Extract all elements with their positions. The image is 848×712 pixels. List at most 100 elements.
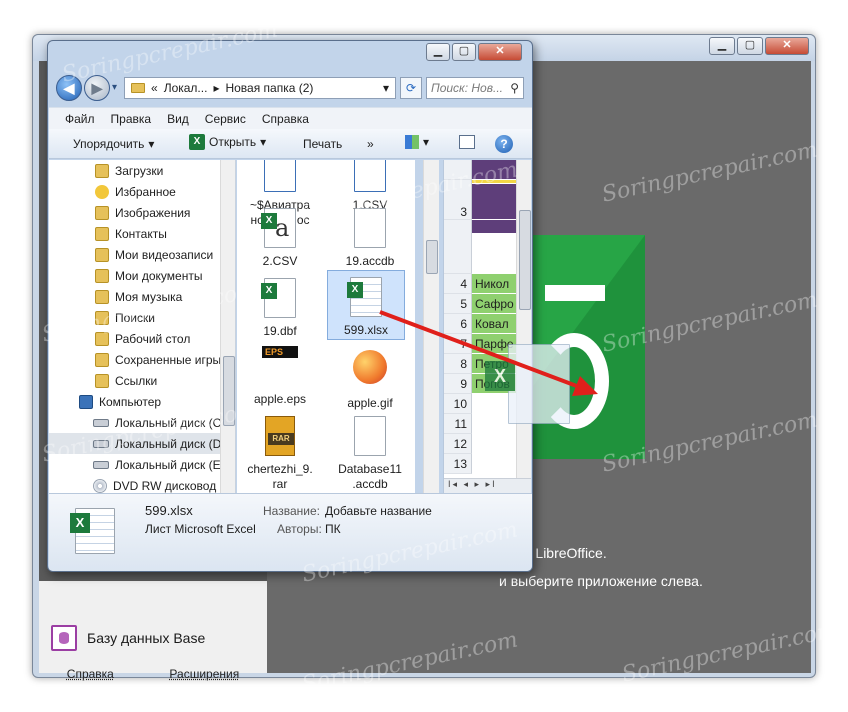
file-item-2-csv[interactable]: Xa 2.CSV [241,208,319,269]
more-commands-button[interactable]: » [367,137,374,151]
create-base-database-button[interactable]: Базу данных Base [51,625,205,651]
details-title-label: Название: [263,504,320,518]
address-row: ◀ ▶ ▾ « Локал... ▸ Новая папка (2) ▾ ⟳ П… [54,73,526,103]
explorer-close-button[interactable]: ✕ [478,43,522,61]
menu-view[interactable]: Вид [167,112,189,126]
folder-icon [131,83,145,93]
lo-close-button[interactable]: ✕ [765,37,809,55]
nav-item-downloads[interactable]: Загрузки [49,160,221,181]
file-name: 19.dbf [263,324,297,338]
menu-tools[interactable]: Сервис [205,112,246,126]
nav-item-saved-games[interactable]: Сохраненные игры [49,349,221,370]
nav-item-searches[interactable]: Поиски [49,307,221,328]
navigation-scrollbar[interactable] [220,160,235,493]
breadcrumb-item-local-disk[interactable]: Локал... [164,81,208,95]
explorer-window: ▁ ▢ ✕ ◀ ▶ ▾ « Локал... ▸ Новая папка (2)… [47,40,533,572]
dvd-icon [93,478,107,493]
file-item-599-xlsx[interactable]: X 599.xlsx [327,270,405,340]
folder-icon [95,205,109,220]
forward-button[interactable]: ▶ [84,75,110,101]
row-number: 8 [444,354,472,374]
row-number: 4 [444,274,472,294]
rar-archive-icon: RAR [265,416,295,456]
breadcrumb-item-new-folder[interactable]: Новая папка (2) [225,81,313,95]
nav-item-disk-c[interactable]: Локальный диск (C [49,412,221,433]
breadcrumb-overflow[interactable]: « [151,81,158,95]
nav-item-disk-d[interactable]: Локальный диск (D [49,433,221,454]
nav-item-contacts[interactable]: Контакты [49,223,221,244]
file-item-apple-eps[interactable]: EPS apple.eps [241,346,319,407]
refresh-icon[interactable]: ⟳ [400,77,422,99]
extensions-link[interactable]: Расширения [169,667,239,687]
dbf-excel-icon: X [261,278,296,318]
address-bar[interactable]: « Локал... ▸ Новая папка (2) ▾ [124,77,396,99]
breadcrumb-separator[interactable]: ▸ [213,81,219,95]
nav-item-music[interactable]: Моя музыка [49,286,221,307]
view-options-button[interactable]: ▾ [405,135,429,149]
help-button[interactable]: ? [495,135,513,153]
history-dropdown-icon[interactable]: ▾ [112,82,117,93]
organize-button[interactable]: Упорядочить ▾ [73,137,154,151]
folder-icon [95,163,109,178]
nav-item-links[interactable]: Ссылки [49,370,221,391]
print-label: Печать [303,137,343,151]
xlsx-excel-icon: X [70,508,115,554]
details-pane: X 599.xlsx Лист Microsoft Excel Название… [49,493,532,571]
file-item-apple-gif[interactable]: apple.gif [331,346,409,411]
row-number: 11 [444,414,472,434]
nav-item-documents[interactable]: Мои документы [49,265,221,286]
row-number: 13 [444,454,472,474]
nav-item-label: Компьютер [99,394,162,409]
nav-item-label: Поиски [115,310,155,325]
help-link[interactable]: Справка [67,667,114,687]
details-authors-value[interactable]: ПК [325,522,341,536]
scrollbar-thumb[interactable] [223,356,235,426]
nav-item-videos[interactable]: Мои видеозаписи [49,244,221,265]
nav-item-pictures[interactable]: Изображения [49,202,221,223]
explorer-minimize-button[interactable]: ▁ [426,43,450,61]
back-button[interactable]: ◀ [56,75,82,101]
open-button[interactable]: X Открыть ▾ [189,134,266,150]
computer-icon [79,394,93,409]
menu-help[interactable]: Справка [262,112,309,126]
views-icon [405,135,419,149]
file-name: 19.accdb [345,254,395,268]
chevron-down-icon: ▾ [423,135,430,149]
file-list-scrollbar[interactable] [423,160,439,493]
lo-maximize-button[interactable]: ▢ [737,37,763,55]
file-name: 599.xlsx [343,323,389,337]
sheet-navigation[interactable]: I◂ ◂ ▸ ▸I [444,478,531,493]
preview-pane-button[interactable] [459,135,475,149]
nav-item-label: Избранное [115,184,176,199]
file-item-chertezhi-rar[interactable]: RAR chertezhi_9. rar [241,416,319,492]
explorer-maximize-button[interactable]: ▢ [452,43,476,61]
folder-icon [95,289,109,304]
print-button[interactable]: Печать [303,137,342,151]
file-item-database11-accdb[interactable]: Database11 .accdb [331,416,409,492]
menu-file[interactable]: Файл [65,112,95,126]
nav-item-computer[interactable]: Компьютер [49,391,221,412]
search-input[interactable]: Поиск: Нов... ⚲ [426,77,524,99]
lo-minimize-button[interactable]: ▁ [709,37,735,55]
folder-icon [95,373,109,388]
nav-item-label: DVD RW дисковод ( [113,478,221,493]
nav-item-desktop[interactable]: Рабочий стол [49,328,221,349]
nav-item-label: Рабочий стол [115,331,191,346]
menu-edit[interactable]: Правка [111,112,152,126]
address-dropdown-icon[interactable]: ▾ [383,81,389,95]
nav-item-label: Мои видеозаписи [115,247,214,262]
search-icon[interactable]: ⚲ [510,81,519,95]
row-number [444,220,472,274]
file-item-1-csv[interactable]: 1.CSV [331,160,409,213]
nav-item-dvd[interactable]: DVD RW дисковод ( [49,475,221,493]
nav-item-disk-e[interactable]: Локальный диск (E [49,454,221,475]
disk-icon [93,418,109,427]
excel-icon: X [189,134,205,150]
file-item-19-dbf[interactable]: X 19.dbf [241,278,319,339]
scrollbar-thumb[interactable] [519,210,531,310]
nav-item-favorites[interactable]: Избранное [49,181,221,202]
scrollbar-thumb[interactable] [426,240,438,274]
details-filename: 599.xlsx [145,503,193,518]
details-title-value[interactable]: Добавьте название [325,504,432,518]
file-item-19-accdb[interactable]: 19.accdb [331,208,409,269]
